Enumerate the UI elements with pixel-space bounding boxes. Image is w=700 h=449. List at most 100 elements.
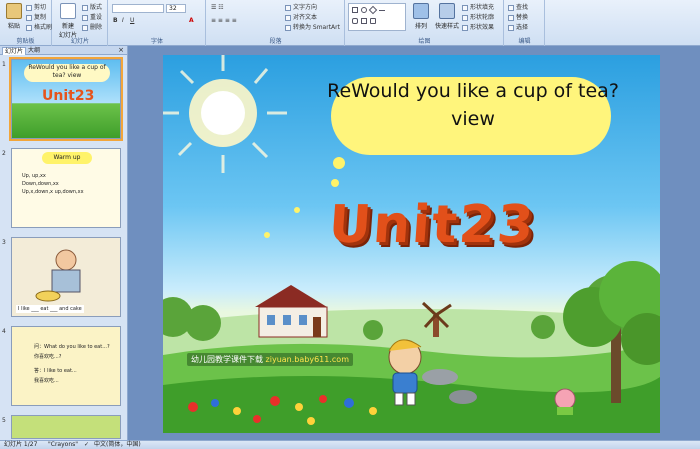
editing-label: 编辑 [518, 38, 531, 45]
delete-button[interactable]: 删除 [82, 22, 102, 31]
font-group: 32 B I U A 字体 [109, 0, 206, 46]
triangle-icon [368, 5, 378, 15]
current-slide[interactable]: ReWould you like a cup of tea? view Unit… [163, 55, 660, 433]
slides-group: 新建 幻灯片 版式 重设 删除 幻灯片 [53, 0, 108, 46]
theme-name: "Crayons" [48, 441, 79, 448]
slide-title[interactable]: ReWould you like a cup of tea? view [323, 77, 623, 133]
pig-icon [554, 388, 576, 415]
unit-heading[interactable]: Unit23 [327, 195, 537, 255]
align-buttons[interactable]: ≡ ≡ ≡ ≡ [211, 17, 237, 24]
slide-thumbnail[interactable] [11, 415, 121, 439]
new-slide-icon [60, 3, 76, 19]
fill-icon [462, 4, 468, 11]
slides-label: 幻灯片 [70, 38, 89, 45]
replace-icon [508, 14, 514, 21]
quick-styles-icon [439, 3, 455, 19]
format-painter-button[interactable]: 格式刷 [26, 22, 52, 31]
cut-button[interactable]: 剪切 [26, 2, 46, 11]
paragraph-group: ☰ ☷ ≡ ≡ ≡ ≡ 文字方向 对齐文本 转换为 SmartArt 段落 [207, 0, 345, 46]
bullets-button[interactable]: ☰ ☷ [211, 4, 224, 11]
brush-icon [26, 24, 32, 31]
slide-number: 2 [2, 150, 6, 157]
font-label: 字体 [150, 38, 163, 45]
replace-button[interactable]: 替换 [508, 12, 528, 21]
clipboard-group: 粘贴 剪切 复制 格式刷 剪贴板 [0, 0, 52, 46]
thumbnail-heading: Warm up [42, 152, 92, 164]
tab-outline[interactable]: 大纲 [26, 47, 42, 55]
rounded-rect-icon [352, 18, 358, 24]
align-text-button[interactable]: 对齐文本 [285, 12, 317, 21]
language-status[interactable]: 中文(简体，中国) [94, 441, 141, 449]
arrange-icon [413, 3, 429, 19]
rock-icon [449, 390, 477, 404]
house-icon [255, 285, 328, 338]
thumbnail-line: Down,down,xx [22, 181, 59, 187]
bubble-icon [331, 179, 339, 187]
slide-thumbnail[interactable]: 问：What do you like to eat...? 你喜欢吃...? 答… [11, 326, 121, 406]
cursor-icon [508, 24, 514, 31]
effects-icon [462, 24, 468, 31]
smartart-button[interactable]: 转换为 SmartArt [285, 22, 340, 31]
thumbnail-line: Up,x,down,x up,down,xx [22, 189, 84, 195]
text-direction-icon [285, 4, 291, 11]
watermark: 幼儿园教学课件下载 ziyuan.baby611.com [187, 353, 353, 366]
thumbnail-line: 问：What do you like to eat...? [34, 344, 110, 350]
shape-effects-button[interactable]: 形状效果 [462, 22, 494, 31]
outline-icon [462, 14, 468, 21]
thumbnail-unit: Unit23 [42, 88, 95, 104]
ribbon: 粘贴 剪切 复制 格式刷 剪贴板 新建 幻灯片 版式 重设 删除 幻灯片 32 … [0, 0, 700, 46]
paragraph-label: 段落 [269, 38, 282, 45]
new-slide-button[interactable]: 新建 幻灯片 [56, 3, 80, 39]
delete-icon [82, 24, 88, 31]
shape-fill-button[interactable]: 形状填充 [462, 2, 494, 11]
tab-slides[interactable]: 幻灯片 [2, 47, 27, 55]
layout-button[interactable]: 版式 [82, 2, 102, 11]
status-bar: 幻灯片 1/27 "Crayons" ✓ 中文(简体，中国) [0, 440, 700, 449]
quick-styles-button[interactable]: 快速样式 [434, 3, 460, 30]
bubble-icon [264, 232, 270, 238]
copy-button[interactable]: 复制 [26, 12, 46, 21]
line-icon [379, 10, 385, 11]
slide-editing-area: ReWould you like a cup of tea? view Unit… [129, 46, 700, 440]
find-button[interactable]: 查找 [508, 2, 528, 11]
watermark-url: ziyuan.baby611.com [265, 355, 349, 364]
select-button[interactable]: 选择 [508, 22, 528, 31]
watermark-prefix: 幼儿园教学课件下载 [191, 355, 263, 364]
spell-check-icon[interactable]: ✓ [84, 441, 89, 449]
font-size-box[interactable]: 32 [166, 4, 186, 13]
italic-button[interactable]: I [122, 17, 124, 24]
thumbnail-line: 你喜欢吃...? [34, 354, 62, 360]
paste-icon [6, 3, 22, 19]
shape-outline-button[interactable]: 形状轮廓 [462, 12, 494, 21]
underline-button[interactable]: U [130, 17, 134, 24]
clipboard-label: 剪贴板 [16, 38, 35, 45]
bubble-icon [333, 157, 345, 169]
close-icon[interactable]: × [118, 46, 124, 54]
binoculars-icon [508, 4, 514, 11]
slide-thumbnail[interactable]: Warm up Up, up,xx Down,down,xx Up,x,down… [11, 148, 121, 228]
layout-icon [82, 4, 88, 11]
slide-number: 1 [2, 61, 6, 68]
thumbnail-caption: I like ___ eat ___ and cake [16, 305, 84, 313]
slide-number: 4 [2, 328, 6, 335]
shapes-gallery[interactable] [348, 3, 406, 31]
font-name-box[interactable] [112, 4, 164, 13]
copy-icon [26, 14, 32, 21]
slide-thumbnail[interactable]: I like ___ eat ___ and cake [11, 237, 121, 317]
bubble-icon [294, 207, 300, 213]
slide-number: 3 [2, 239, 6, 246]
bold-button[interactable]: B [113, 17, 118, 24]
reset-icon [82, 14, 88, 21]
drawing-label: 绘图 [418, 38, 431, 45]
arrow-icon [361, 18, 367, 24]
paste-button[interactable]: 粘贴 [3, 3, 25, 30]
text-direction-button[interactable]: 文字方向 [285, 2, 317, 11]
font-color-button[interactable]: A [189, 17, 194, 24]
drawing-group: 排列 快速样式 形状填充 形状轮廓 形状效果 绘图 [346, 0, 504, 46]
reset-button[interactable]: 重设 [82, 12, 102, 21]
rock-icon [422, 369, 458, 385]
slide-thumbnail[interactable]: ReWould you like a cup of tea? view Unit… [9, 57, 123, 141]
oval-icon [361, 7, 367, 13]
arrange-button[interactable]: 排列 [410, 3, 432, 30]
slides-panel: 幻灯片 大纲 × 1 ReWould you like a cup of tea… [0, 46, 128, 440]
